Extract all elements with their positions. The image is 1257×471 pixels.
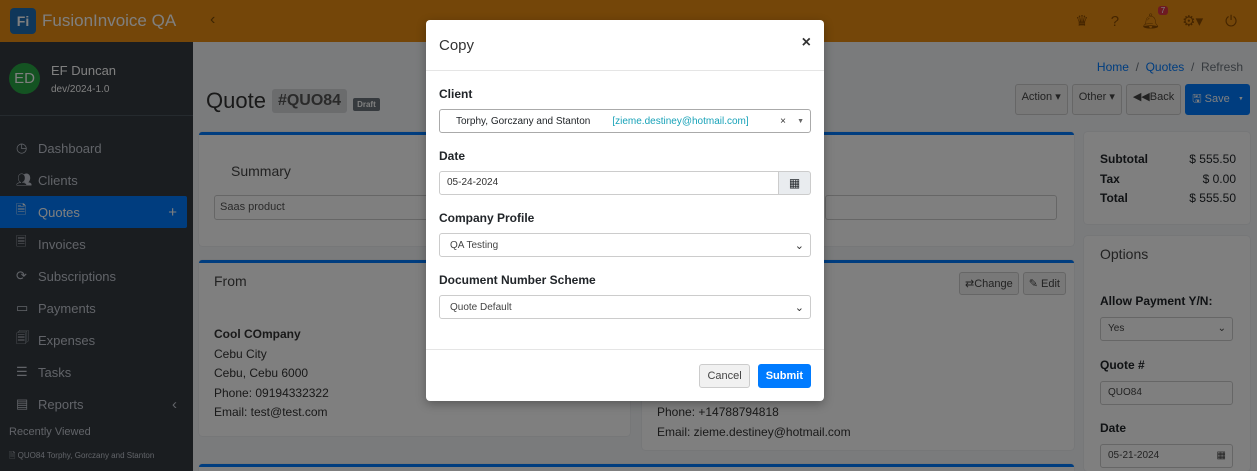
clear-icon[interactable]: × [780, 116, 786, 127]
date-input[interactable]: 05-24-2024 [439, 171, 779, 195]
caret-down-icon[interactable]: ▼ [797, 118, 804, 125]
client-email: [zieme.destiney@hotmail.com] [612, 115, 749, 127]
cancel-button[interactable]: Cancel [699, 363, 750, 388]
calendar-icon[interactable]: ▦ [779, 171, 811, 195]
client-name: Torphy, Gorczany and Stanton [456, 115, 591, 127]
modal-title: Copy [439, 36, 475, 54]
chevron-down-icon: ⌄ [794, 301, 804, 314]
client-select[interactable]: Torphy, Gorczany and Stanton [zieme.dest… [439, 109, 811, 133]
document-number-scheme-select[interactable]: Quote Default ⌄ [439, 295, 811, 319]
company-profile-select[interactable]: QA Testing ⌄ [439, 233, 811, 257]
client-label: Client [439, 87, 473, 101]
copy-modal: Copy × Client Torphy, Gorczany and Stant… [426, 20, 824, 401]
company-profile-label: Company Profile [439, 211, 535, 225]
date-label: Date [439, 149, 466, 163]
close-icon[interactable]: × [802, 34, 811, 52]
company-profile-value: QA Testing [450, 239, 499, 251]
document-number-scheme-label: Document Number Scheme [439, 273, 596, 287]
document-number-scheme-value: Quote Default [450, 301, 512, 313]
submit-button[interactable]: Submit [757, 363, 811, 388]
chevron-down-icon: ⌄ [794, 239, 804, 252]
